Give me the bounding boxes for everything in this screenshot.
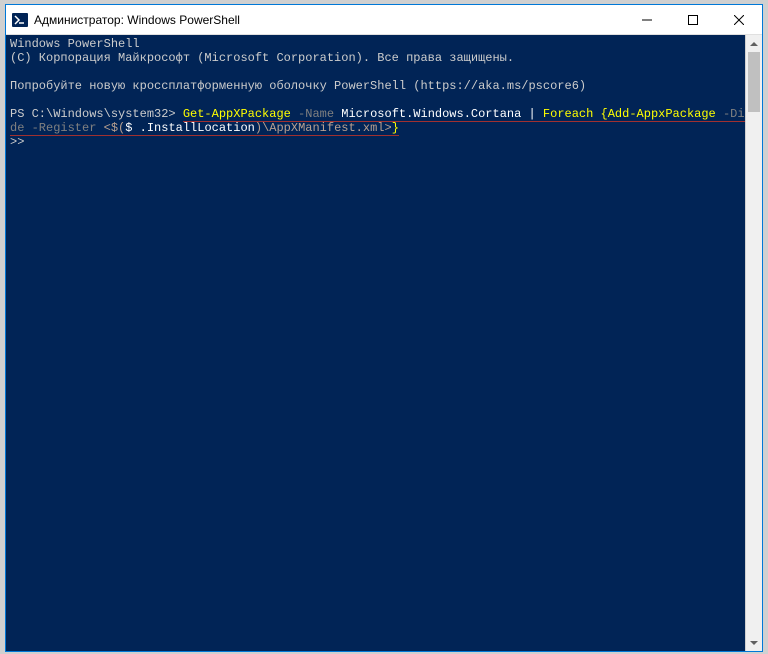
maximize-button[interactable] — [670, 5, 716, 34]
cmd-token: -Name — [291, 107, 341, 121]
cmd-token: Foreach — [536, 107, 601, 121]
command-line-2: de -Register <$($ .InstallLocation)\AppX… — [10, 121, 758, 135]
prompt-text: PS C:\Windows\system32> — [10, 107, 183, 121]
close-button[interactable] — [716, 5, 762, 34]
command-input-area: PS C:\Windows\system32> Get-AppXPackage … — [10, 107, 758, 135]
terminal-area[interactable]: Windows PowerShell (C) Корпорация Майкро… — [6, 35, 762, 651]
cmd-token: Get-AppXPackage — [183, 107, 291, 121]
cmd-token: Add-AppxPackage — [608, 107, 716, 121]
command-line-1: PS C:\Windows\system32> Get-AppXPackage … — [10, 107, 758, 121]
scroll-down-button[interactable] — [746, 634, 762, 651]
cmd-token: | — [529, 107, 536, 121]
powershell-icon — [12, 12, 28, 28]
cmd-token: $ — [125, 121, 139, 135]
cmd-token: { — [601, 107, 608, 121]
cmd-token: } — [392, 121, 399, 135]
ps-header-2: (C) Корпорация Майкрософт (Microsoft Cor… — [10, 51, 758, 65]
cmd-token: de -Register — [10, 121, 104, 135]
cmd-token: Microsoft.Windows.Cortana — [341, 107, 528, 121]
blank-line — [10, 93, 758, 107]
powershell-window: Администратор: Windows PowerShell Window… — [5, 4, 763, 652]
titlebar[interactable]: Администратор: Windows PowerShell — [6, 5, 762, 35]
window-controls — [624, 5, 762, 34]
scrollbar-track[interactable] — [746, 52, 762, 634]
cmd-token: <$( — [104, 121, 126, 135]
scroll-up-button[interactable] — [746, 35, 762, 52]
ps-banner: Попробуйте новую кроссплатформенную обол… — [10, 79, 758, 93]
cmd-token: \AppXManifest.xml> — [262, 121, 392, 135]
vertical-scrollbar[interactable] — [745, 35, 762, 651]
ps-header-1: Windows PowerShell — [10, 37, 758, 51]
continuation-prompt: >> — [10, 135, 758, 149]
scrollbar-thumb[interactable] — [748, 52, 760, 112]
window-title: Администратор: Windows PowerShell — [34, 13, 624, 27]
cmd-token: .InstallLocation — [140, 121, 255, 135]
cmd-token: ) — [255, 121, 262, 135]
blank-line — [10, 65, 758, 79]
minimize-button[interactable] — [624, 5, 670, 34]
